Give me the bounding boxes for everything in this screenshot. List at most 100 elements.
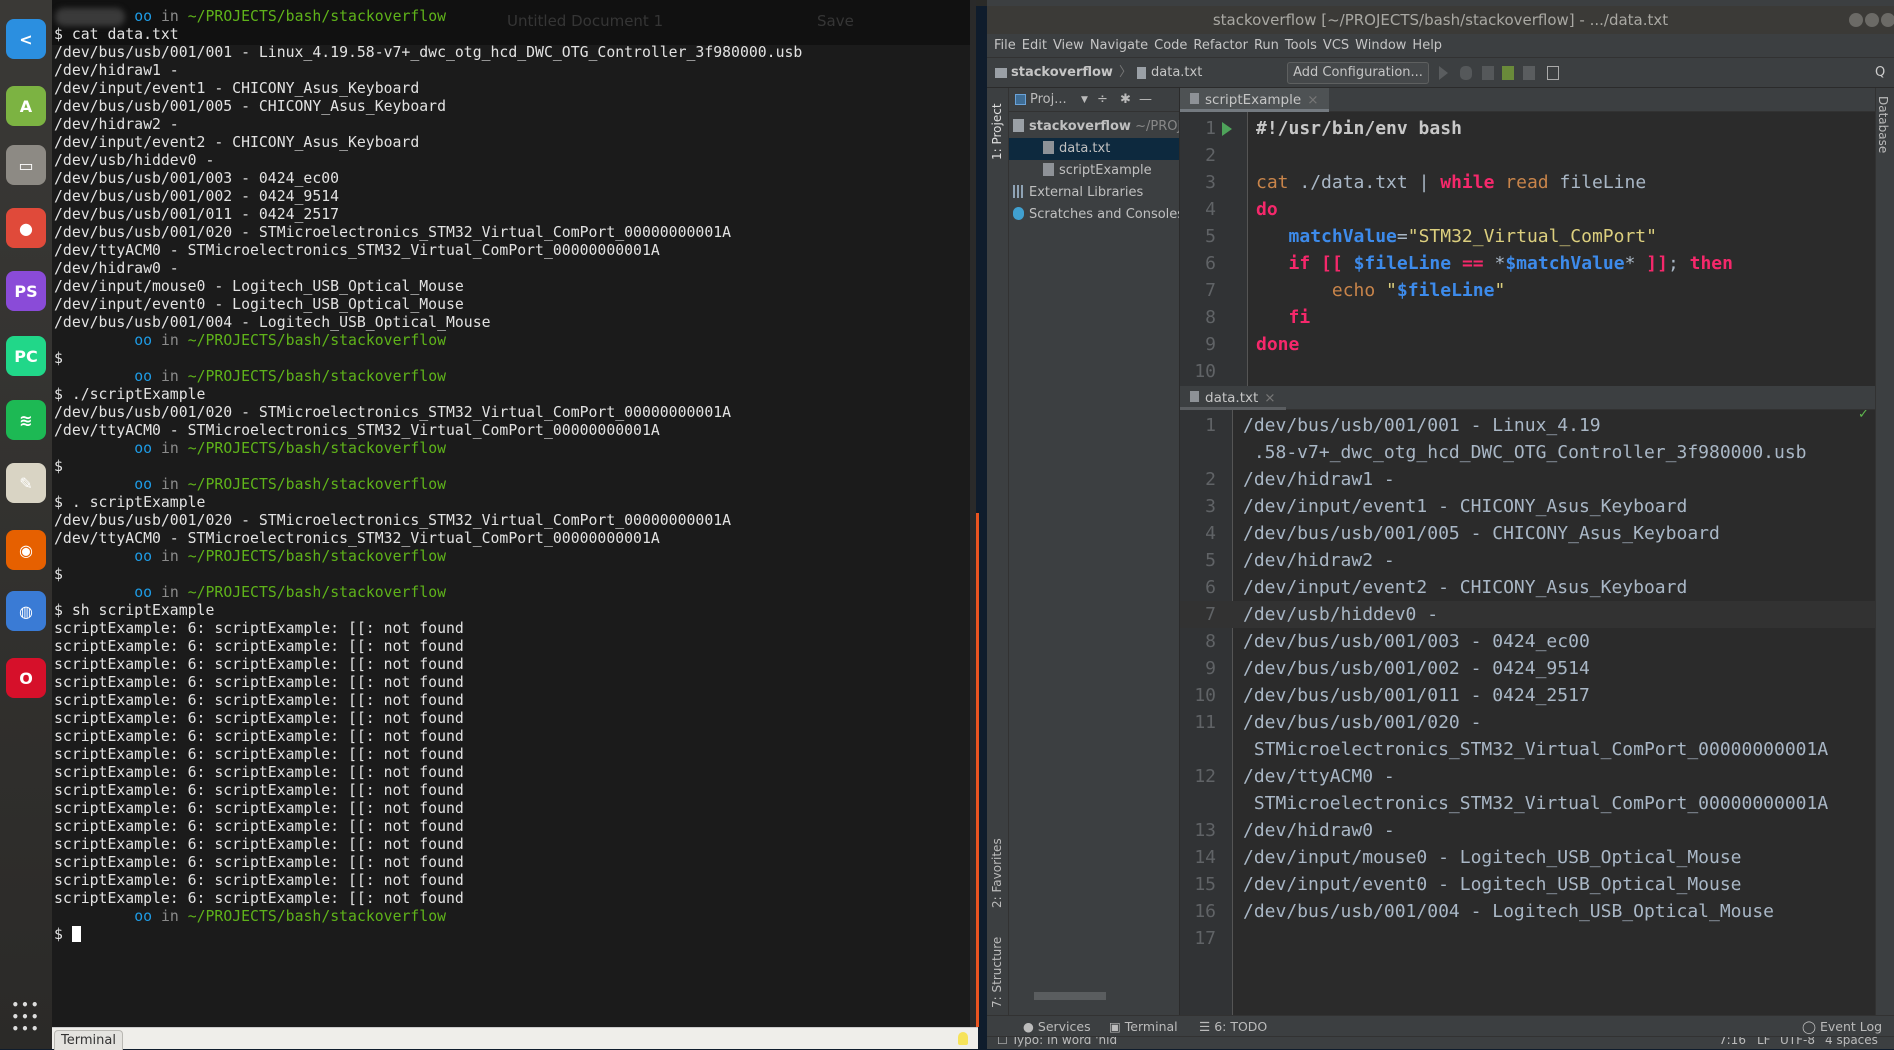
- menu-help[interactable]: Help: [1412, 34, 1442, 57]
- maximize-button[interactable]: [1865, 13, 1879, 27]
- project-root[interactable]: stackoverflow ~/PROJECTS/bash/stackoverf…: [1009, 116, 1179, 138]
- hide-icon[interactable]: —: [1139, 88, 1152, 112]
- chrome-icon[interactable]: ●: [6, 208, 46, 248]
- inspection-ok-icon[interactable]: ✓: [1858, 410, 1869, 422]
- structure-tool-button[interactable]: 7: Structure: [990, 937, 1004, 1008]
- phpstorm-icon[interactable]: PS: [6, 271, 46, 311]
- collapse-all-icon[interactable]: ÷: [1097, 88, 1108, 112]
- code-token: |: [1418, 172, 1430, 193]
- tab-scriptExample[interactable]: scriptExample ×: [1180, 88, 1329, 112]
- code-line: 14/dev/input/mouse0 - Logitech_USB_Optic…: [1180, 844, 1875, 871]
- opera-icon[interactable]: O: [6, 658, 46, 698]
- services-tool-button[interactable]: ● Services: [1023, 1016, 1091, 1037]
- close-tab-icon[interactable]: ×: [1264, 390, 1275, 406]
- breadcrumb-file[interactable]: data.txt: [1151, 58, 1202, 88]
- code-token: *: [1483, 253, 1506, 274]
- project-panel-header: Proj... ▼ ÷ ✱ —: [1009, 88, 1179, 112]
- debug-icon[interactable]: [1460, 66, 1472, 80]
- spotify-icon[interactable]: ≋: [6, 400, 46, 440]
- menu-refactor[interactable]: Refactor: [1193, 34, 1248, 57]
- scratches-and-consoles[interactable]: Scratches and Consoles: [1009, 204, 1179, 226]
- menu-navigate[interactable]: Navigate: [1090, 34, 1148, 57]
- tab-data-txt[interactable]: data.txt ×: [1180, 386, 1286, 410]
- run-window-icon[interactable]: [1547, 66, 1559, 80]
- android-studio-icon[interactable]: A: [6, 86, 46, 126]
- terminal-line: scriptExample: 6: scriptExample: [[: not…: [54, 764, 464, 781]
- minimize-button[interactable]: [1849, 13, 1863, 27]
- status-message[interactable]: ☐ Typo: In word 'hid: [997, 1037, 1117, 1047]
- line-separator[interactable]: LF: [1757, 1037, 1771, 1047]
- chevron-down-icon[interactable]: ▼: [1081, 88, 1088, 112]
- close-tab-icon[interactable]: ×: [1307, 92, 1318, 108]
- line-number: 1: [1205, 415, 1216, 436]
- code-line: 9/dev/bus/usb/001/002 - 0424_9514: [1180, 655, 1875, 682]
- code-text: /dev/input/event1 - CHICONY_Asus_Keyboar…: [1243, 496, 1688, 517]
- external-libraries[interactable]: External Libraries: [1009, 182, 1179, 204]
- text-editor-icon[interactable]: ✎: [6, 463, 46, 503]
- terminal-tab[interactable]: Terminal: [54, 1030, 123, 1050]
- menu-view[interactable]: View: [1053, 34, 1084, 57]
- code-text: /dev/bus/usb/001/011 - 0424_2517: [1243, 685, 1590, 706]
- prompt-in: in: [160, 908, 179, 925]
- vscode-icon[interactable]: <: [6, 19, 46, 59]
- firefox-icon[interactable]: ◉: [6, 530, 46, 570]
- data-editor[interactable]: 1/dev/bus/usb/001/001 - Linux_4.19 .58-v…: [1180, 410, 1875, 1015]
- breadcrumb-project[interactable]: stackoverflow: [1011, 58, 1113, 88]
- indent-setting[interactable]: 4 spaces: [1825, 1037, 1878, 1047]
- project-tool-button[interactable]: 1: Project: [990, 103, 1004, 160]
- terminal-tool-button[interactable]: ▣ Terminal: [1109, 1016, 1178, 1037]
- right-tool-stripe: Database: [1875, 88, 1894, 1015]
- caret-position[interactable]: 7:16: [1719, 1037, 1746, 1047]
- menu-tools[interactable]: Tools: [1285, 34, 1317, 57]
- menu-vcs[interactable]: VCS: [1323, 34, 1349, 57]
- menu-code[interactable]: Code: [1154, 34, 1187, 57]
- database-tool-button[interactable]: Database: [1876, 96, 1890, 153]
- line-number: 7: [1205, 604, 1216, 625]
- code-line-wrap: .58-v7+_dwc_otg_hcd_DWC_OTG_Controller_3…: [1180, 439, 1875, 466]
- terminal-output[interactable]: oo in ~/PROJECTS/bash/stackoverflow $ cat…: [54, 8, 802, 944]
- close-button[interactable]: [1881, 13, 1894, 27]
- prompt-path: ~/PROJECTS/bash/stackoverflow: [187, 8, 447, 25]
- stop-icon[interactable]: [1523, 66, 1535, 80]
- menu-file[interactable]: File: [994, 34, 1016, 57]
- project-item[interactable]: data.txt: [1009, 138, 1179, 160]
- search-icon[interactable]: Q: [1875, 58, 1885, 88]
- add-configuration-button[interactable]: Add Configuration...: [1287, 62, 1429, 84]
- run-icon[interactable]: [1439, 66, 1448, 80]
- terminal-window[interactable]: Untitled Document 1 Save oo in ~/PROJECT…: [52, 0, 970, 1027]
- files-icon[interactable]: ▭: [6, 145, 46, 185]
- event-log-button[interactable]: ◯ Event Log: [1802, 1016, 1882, 1037]
- terminal-line: /dev/input/event2 - CHICONY_Asus_Keyboar…: [54, 134, 420, 151]
- project-panel-scrollbar[interactable]: [1034, 992, 1106, 1000]
- pycharm-icon[interactable]: PC: [6, 336, 46, 376]
- project-item[interactable]: scriptExample: [1009, 160, 1179, 182]
- prompt-in: in: [160, 8, 179, 25]
- code-line: 10: [1180, 358, 1875, 385]
- code-token: echo: [1331, 280, 1376, 301]
- run-gutter-icon[interactable]: [1222, 122, 1232, 136]
- coverage-icon[interactable]: [1482, 66, 1494, 80]
- terminal-line: $ . scriptExample: [54, 494, 206, 511]
- terminal-line: scriptExample: 6: scriptExample: [[: not…: [54, 818, 464, 835]
- folder-icon: [1013, 119, 1024, 132]
- menu-run[interactable]: Run: [1254, 34, 1279, 57]
- profile-icon[interactable]: [1502, 66, 1514, 80]
- menu-edit[interactable]: Edit: [1022, 34, 1047, 57]
- file-encoding[interactable]: UTF-8: [1780, 1037, 1815, 1047]
- script-editor[interactable]: 1 #!/usr/bin/env bash 2 3 cat ./data.txt | w…: [1180, 112, 1875, 386]
- code-line: 5 matchValue="STM32_Virtual_ComPort": [1180, 223, 1875, 250]
- ghost-save-button: Save: [817, 12, 854, 30]
- apps-grid-icon[interactable]: ••• ••• •••: [6, 997, 46, 1037]
- line-number: 9: [1205, 334, 1216, 355]
- project-view-selector[interactable]: Proj...: [1030, 88, 1067, 112]
- window-edge-highlight: [976, 513, 979, 1027]
- line-number: 3: [1205, 496, 1216, 517]
- globe-icon[interactable]: ◍: [6, 591, 46, 631]
- lightbulb-icon[interactable]: [958, 1032, 968, 1045]
- gear-icon[interactable]: ✱: [1120, 88, 1131, 112]
- menu-window[interactable]: Window: [1355, 34, 1406, 57]
- todo-tool-button[interactable]: ☰ 6: TODO: [1199, 1016, 1267, 1037]
- terminal-prompt: oo in ~/PROJECTS/bash/stackoverflow: [54, 584, 802, 602]
- favorites-tool-button[interactable]: 2: Favorites: [990, 838, 1004, 908]
- prompt-in: in: [160, 440, 179, 457]
